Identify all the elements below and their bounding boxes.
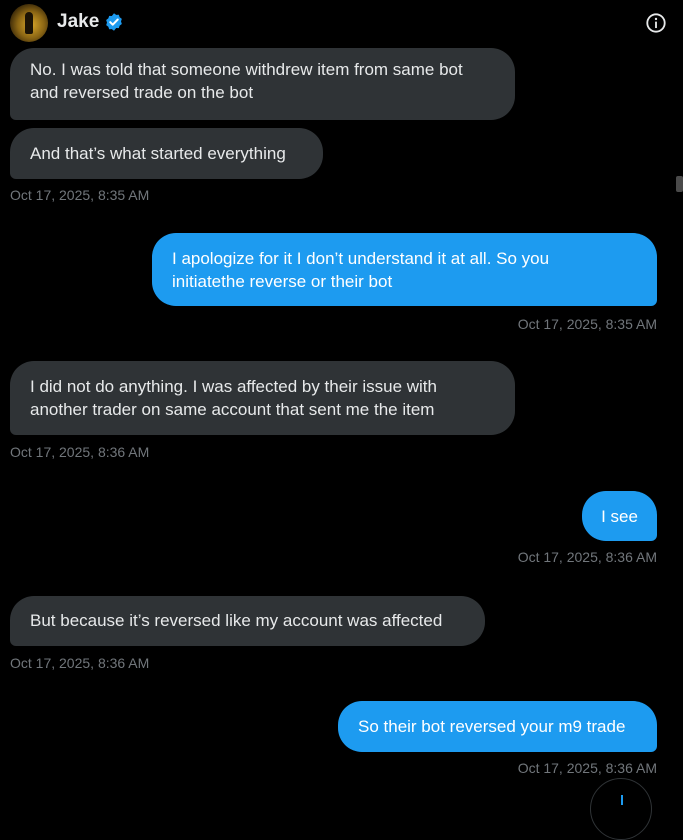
conversation-header: Jake [0,0,683,46]
message-bubble-incoming[interactable]: And that’s what started everything [10,128,323,179]
message-timestamp: Oct 17, 2025, 8:36 AM [10,444,150,460]
message-bubble-outgoing[interactable]: I apologize for it I don’t understand it… [152,233,657,306]
message-line: initiatethe reverse or their bot [172,272,393,291]
message-timestamp: Oct 17, 2025, 8:36 AM [10,655,150,671]
message-timestamp: Oct 17, 2025, 8:36 AM [517,760,657,776]
verified-badge-icon [106,13,122,31]
scroll-to-bottom-button[interactable] [590,778,652,840]
message-bubble-outgoing[interactable]: I see [582,491,657,541]
message-timestamp: Oct 17, 2025, 8:35 AM [10,187,150,203]
message-timestamp: Oct 17, 2025, 8:35 AM [517,316,657,332]
message-timestamp: Oct 17, 2025, 8:36 AM [517,549,657,565]
message-line: another trader on same account that sent… [30,400,435,419]
message-line: So their bot reversed your m9 trade [358,717,626,736]
arrow-down-icon [621,795,623,805]
message-line: I see [601,507,638,526]
info-icon[interactable] [645,12,667,34]
message-bubble-incoming[interactable]: No. I was told that someone withdrew ite… [10,48,515,120]
avatar-figure [25,12,33,34]
message-line: and reversed trade on the bot [30,83,254,102]
message-bubble-outgoing[interactable]: So their bot reversed your m9 trade [338,701,657,752]
message-line: But because it’s reversed like my accoun… [30,611,443,630]
message-bubble-incoming[interactable]: But because it’s reversed like my accoun… [10,596,485,646]
contact-name[interactable]: Jake [57,11,99,33]
message-bubble-incoming[interactable]: I did not do anything. I was affected by… [10,361,515,435]
avatar[interactable] [10,4,48,42]
scrollbar-thumb[interactable] [676,176,683,192]
message-line: And that’s what started everything [30,144,286,163]
message-line: No. I was told that someone withdrew ite… [30,60,463,79]
message-line: I did not do anything. I was affected by… [30,377,437,396]
message-line: I apologize for it I don’t understand it… [172,249,550,268]
